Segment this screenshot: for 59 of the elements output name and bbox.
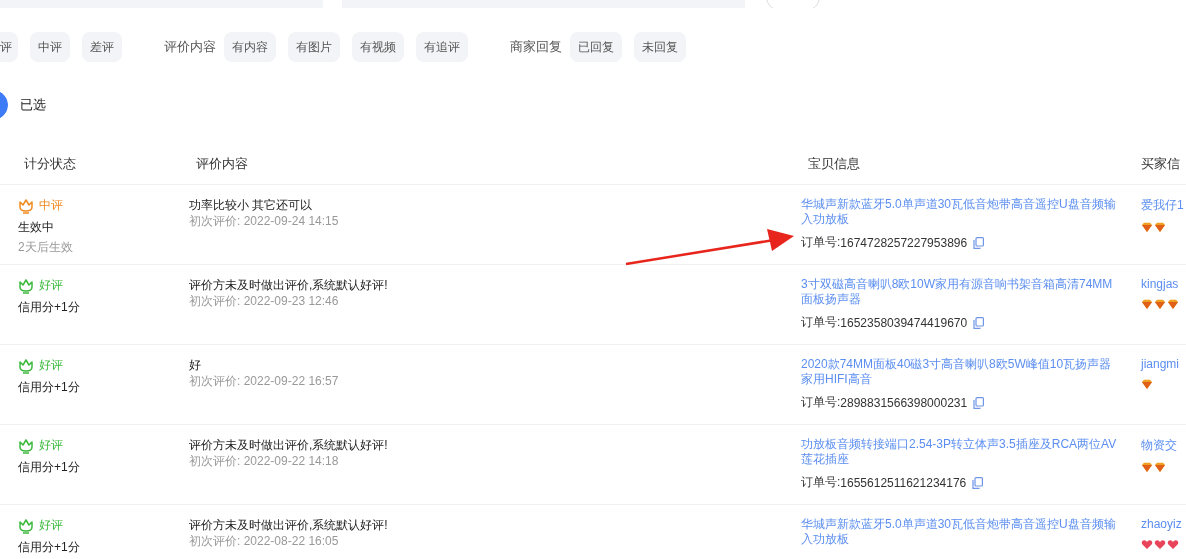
filter-label: 商家回复 bbox=[510, 38, 562, 56]
selected-label: 已选 bbox=[20, 96, 46, 114]
status-text: 信用分+1分 bbox=[18, 379, 81, 396]
comment-text: 好 bbox=[189, 357, 202, 373]
status-note: 2天后生效 bbox=[18, 239, 74, 256]
status-text: 生效中 bbox=[18, 219, 55, 236]
buyer-name[interactable]: jiangmi bbox=[1141, 357, 1186, 371]
buyer-name[interactable]: 物资交 bbox=[1141, 437, 1186, 454]
comment-text: 评价方未及时做出评价,系统默认好评! bbox=[189, 517, 389, 533]
copy-icon[interactable] bbox=[973, 396, 985, 409]
order-label: 订单号: bbox=[801, 394, 841, 411]
rating-label: 中评 bbox=[39, 197, 63, 214]
column-header: 评价内容 bbox=[196, 156, 248, 171]
column-header: 宝贝信息 bbox=[808, 156, 860, 171]
comment-text: 功率比较小 其它还可以 bbox=[189, 197, 314, 213]
review-date: 初次评价: 2022-09-22 16:57 bbox=[189, 373, 340, 390]
product-link[interactable]: 3寸双磁高音喇叭8欧10W家用有源音响书架音箱高清74MM面板扬声器 bbox=[801, 277, 1119, 307]
copy-icon[interactable] bbox=[973, 236, 985, 249]
review-date: 初次评价: 2022-09-23 12:46 bbox=[189, 293, 340, 310]
order-number: 1652358039474419670 bbox=[840, 315, 968, 330]
review-date: 初次评价: 2022-09-24 14:15 bbox=[189, 213, 340, 230]
order-label: 订单号: bbox=[801, 234, 841, 251]
review-date: 初次评价: 2022-09-22 14:18 bbox=[189, 453, 340, 470]
order-label: 订单号: bbox=[801, 314, 841, 331]
rating-label: 好评 bbox=[39, 517, 63, 534]
comment-text: 评价方未及时做出评价,系统默认好评! bbox=[189, 277, 389, 293]
filter-chip[interactable]: 未回复 bbox=[634, 32, 686, 62]
status-text: 信用分+1分 bbox=[18, 459, 81, 476]
rating-label: 好评 bbox=[39, 437, 63, 454]
filter-chip[interactable]: 中评 bbox=[30, 32, 70, 62]
filter-chip[interactable]: 已回复 bbox=[570, 32, 622, 62]
product-link[interactable]: 2020款74MM面板40磁3寸高音喇叭8欧5W峰值10瓦扬声器家用HIFI高音 bbox=[801, 357, 1119, 387]
filter-chip[interactable]: 差评 bbox=[82, 32, 122, 62]
filter-label: 评价内容 bbox=[164, 38, 216, 56]
order-number: 1655612511621234176 bbox=[840, 475, 967, 490]
filter-chip[interactable]: 有图片 bbox=[288, 32, 340, 62]
copy-icon[interactable] bbox=[973, 316, 985, 329]
product-link[interactable]: 华城声新款蓝牙5.0单声道30瓦低音炮带高音遥控U盘音频输入功放板 bbox=[801, 517, 1119, 547]
buyer-name[interactable]: 爱我仔1 bbox=[1141, 197, 1186, 214]
copy-icon[interactable] bbox=[972, 476, 984, 489]
column-header: 计分状态 bbox=[24, 156, 76, 171]
filter-chip[interactable]: 有视频 bbox=[352, 32, 404, 62]
review-date: 初次评价: 2022-08-22 16:05 bbox=[189, 533, 340, 550]
filter-chip[interactable]: 评 bbox=[0, 32, 18, 62]
filter-chip[interactable]: 有内容 bbox=[224, 32, 276, 62]
column-header: 买家信 bbox=[1141, 156, 1180, 171]
filter-chip[interactable]: 有追评 bbox=[416, 32, 468, 62]
order-number: 2898831566398000231 bbox=[840, 395, 968, 410]
comment-text: 评价方未及时做出评价,系统默认好评! bbox=[189, 437, 389, 453]
status-text: 信用分+1分 bbox=[18, 299, 81, 316]
rating-label: 好评 bbox=[39, 357, 63, 374]
order-number: 1674728257227953896 bbox=[840, 235, 968, 250]
product-link[interactable]: 功放板音频转接端口2.54-3P转立体声3.5插座及RCA两位AV莲花插座 bbox=[801, 437, 1119, 467]
rating-label: 好评 bbox=[39, 277, 63, 294]
buyer-name[interactable]: zhaoyiz bbox=[1141, 517, 1186, 531]
product-link[interactable]: 华城声新款蓝牙5.0单声道30瓦低音炮带高音遥控U盘音频输入功放板 bbox=[801, 197, 1119, 227]
buyer-name[interactable]: kingjas bbox=[1141, 277, 1186, 291]
order-label: 订单号: bbox=[801, 474, 841, 491]
status-text: 信用分+1分 bbox=[18, 539, 81, 556]
